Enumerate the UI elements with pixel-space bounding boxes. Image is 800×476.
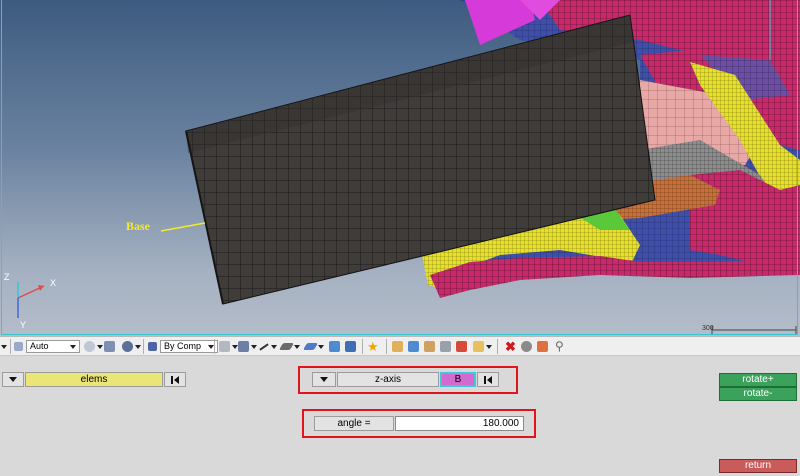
surface-icon — [302, 343, 319, 350]
triad-x-label: X — [50, 278, 57, 288]
eye-icon — [104, 341, 115, 352]
part-button[interactable] — [424, 340, 435, 353]
auto-mode-value: Auto — [30, 341, 49, 351]
part-icon — [424, 341, 435, 352]
line-display-button[interactable] — [259, 340, 277, 353]
orbit-icon — [84, 341, 95, 352]
model-scene[interactable] — [0, 0, 800, 336]
mask-icon — [521, 341, 532, 352]
color-mode-select[interactable]: By Comp — [148, 340, 218, 353]
angle-input[interactable]: 180.000 — [395, 416, 524, 431]
base-annotation-label: Base — [126, 219, 150, 233]
toolbar-separator — [497, 339, 498, 354]
toolbar-separator — [143, 339, 144, 354]
triad-y-label: Y — [20, 320, 27, 330]
entity-type-dropdown[interactable] — [2, 372, 24, 387]
rotate-minus-button[interactable]: rotate- — [719, 387, 797, 401]
line-icon — [259, 342, 269, 351]
solid-display-button[interactable] — [238, 340, 257, 353]
graphics-viewport[interactable]: Base Z X Y 300 — [0, 0, 800, 336]
color-mode-value: By Comp — [164, 341, 202, 351]
return-button[interactable]: return — [719, 459, 797, 473]
base-point-button[interactable]: B — [440, 372, 476, 387]
toolbar-separator — [386, 339, 387, 354]
toolbar-separator — [362, 339, 363, 354]
sphere-icon — [122, 341, 133, 352]
pin-icon: ⚲ — [555, 339, 564, 353]
chevron-down-icon — [70, 344, 76, 349]
auto-mode-select[interactable]: Auto — [14, 340, 80, 353]
reset-axis-button[interactable] — [477, 372, 499, 387]
scale-bar — [711, 326, 797, 334]
arrow-button[interactable] — [473, 340, 492, 353]
toolbar-separator — [214, 339, 215, 354]
pin-button[interactable]: ⚲ — [555, 340, 564, 353]
cube-mesh-icon — [219, 341, 230, 352]
surface-display-button[interactable] — [302, 340, 324, 353]
triad-z-label: Z — [4, 272, 10, 282]
axis-dropdown[interactable] — [312, 372, 336, 387]
component-color-icon — [148, 342, 157, 351]
reset-icon — [171, 375, 179, 384]
unmask-icon — [537, 341, 548, 352]
plane-icon — [278, 343, 295, 350]
mask-button[interactable] — [521, 340, 532, 353]
vector-display-button[interactable] — [329, 340, 340, 353]
cube-solid-icon — [238, 341, 249, 352]
chevron-down-icon — [320, 377, 328, 382]
rotate-panel: elems z-axis B angle = 180.000 rotate+ r… — [0, 357, 800, 476]
toolbar-dropdown-arrow[interactable] — [1, 340, 7, 353]
group-icon — [392, 341, 403, 352]
property-icon — [456, 341, 467, 352]
vector-icon — [329, 341, 340, 352]
visualization-toolbar: Auto By Comp ★ ✖ ⚲ — [0, 336, 800, 356]
plane-display-button[interactable] — [278, 340, 300, 353]
monitor-icon — [345, 341, 356, 352]
arrow-icon — [473, 341, 484, 352]
view-orient-button[interactable] — [84, 340, 103, 353]
tag-icon — [440, 341, 451, 352]
scale-label: 300 — [702, 325, 714, 332]
load-button[interactable] — [408, 340, 419, 353]
z-axis-selector[interactable]: z-axis — [337, 372, 439, 387]
tag-button[interactable] — [440, 340, 451, 353]
star-icon: ★ — [367, 339, 379, 354]
toolbar-separator — [10, 339, 11, 354]
mesh-display-button[interactable] — [219, 340, 238, 353]
reset-selection-button[interactable] — [164, 372, 186, 387]
elems-selector[interactable]: elems — [25, 372, 163, 387]
property-button[interactable] — [456, 340, 467, 353]
shaded-mode-button[interactable] — [122, 340, 141, 353]
delete-icon: ✖ — [505, 339, 516, 354]
load-icon — [408, 341, 419, 352]
monitor-button[interactable] — [345, 340, 356, 353]
rotate-plus-button[interactable]: rotate+ — [719, 373, 797, 387]
visibility-button[interactable] — [104, 340, 115, 353]
group-button[interactable] — [392, 340, 403, 353]
angle-label: angle = — [314, 416, 394, 431]
unmask-button[interactable] — [537, 340, 548, 353]
delete-button[interactable]: ✖ — [505, 340, 516, 353]
shading-icon — [14, 342, 23, 351]
chevron-down-icon — [9, 377, 17, 382]
favorite-button[interactable]: ★ — [367, 340, 379, 353]
axis-triad — [17, 282, 45, 318]
reset-icon — [484, 375, 492, 384]
annotation-leader — [160, 222, 206, 232]
